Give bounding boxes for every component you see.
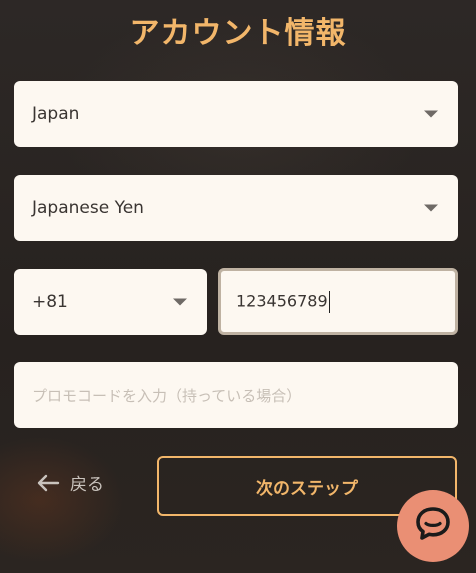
back-button-label: 戻る bbox=[70, 475, 104, 495]
currency-select[interactable]: Japanese Yen bbox=[14, 175, 458, 241]
phone-number-input[interactable]: 123456789 bbox=[218, 268, 458, 335]
promo-code-placeholder: プロモコードを入力（持っている場合） bbox=[32, 386, 302, 405]
country-select-value: Japan bbox=[32, 104, 80, 124]
promo-code-input[interactable]: プロモコードを入力（持っている場合） bbox=[14, 362, 458, 428]
chevron-down-icon bbox=[173, 298, 187, 306]
text-cursor bbox=[328, 290, 330, 313]
arrow-left-icon bbox=[36, 474, 60, 492]
back-button[interactable]: 戻る bbox=[36, 470, 104, 495]
phone-number-value: 123456789 bbox=[221, 290, 330, 313]
chat-bubble-icon bbox=[413, 504, 453, 548]
phone-code-value: +81 bbox=[32, 292, 68, 312]
phone-code-select[interactable]: +81 bbox=[14, 269, 207, 335]
page-title: アカウント情報 bbox=[129, 16, 347, 51]
chevron-down-icon bbox=[424, 110, 438, 118]
currency-select-value: Japanese Yen bbox=[32, 198, 144, 218]
chevron-down-icon bbox=[424, 204, 438, 212]
country-select[interactable]: Japan bbox=[14, 81, 458, 147]
chat-button[interactable] bbox=[397, 490, 469, 562]
